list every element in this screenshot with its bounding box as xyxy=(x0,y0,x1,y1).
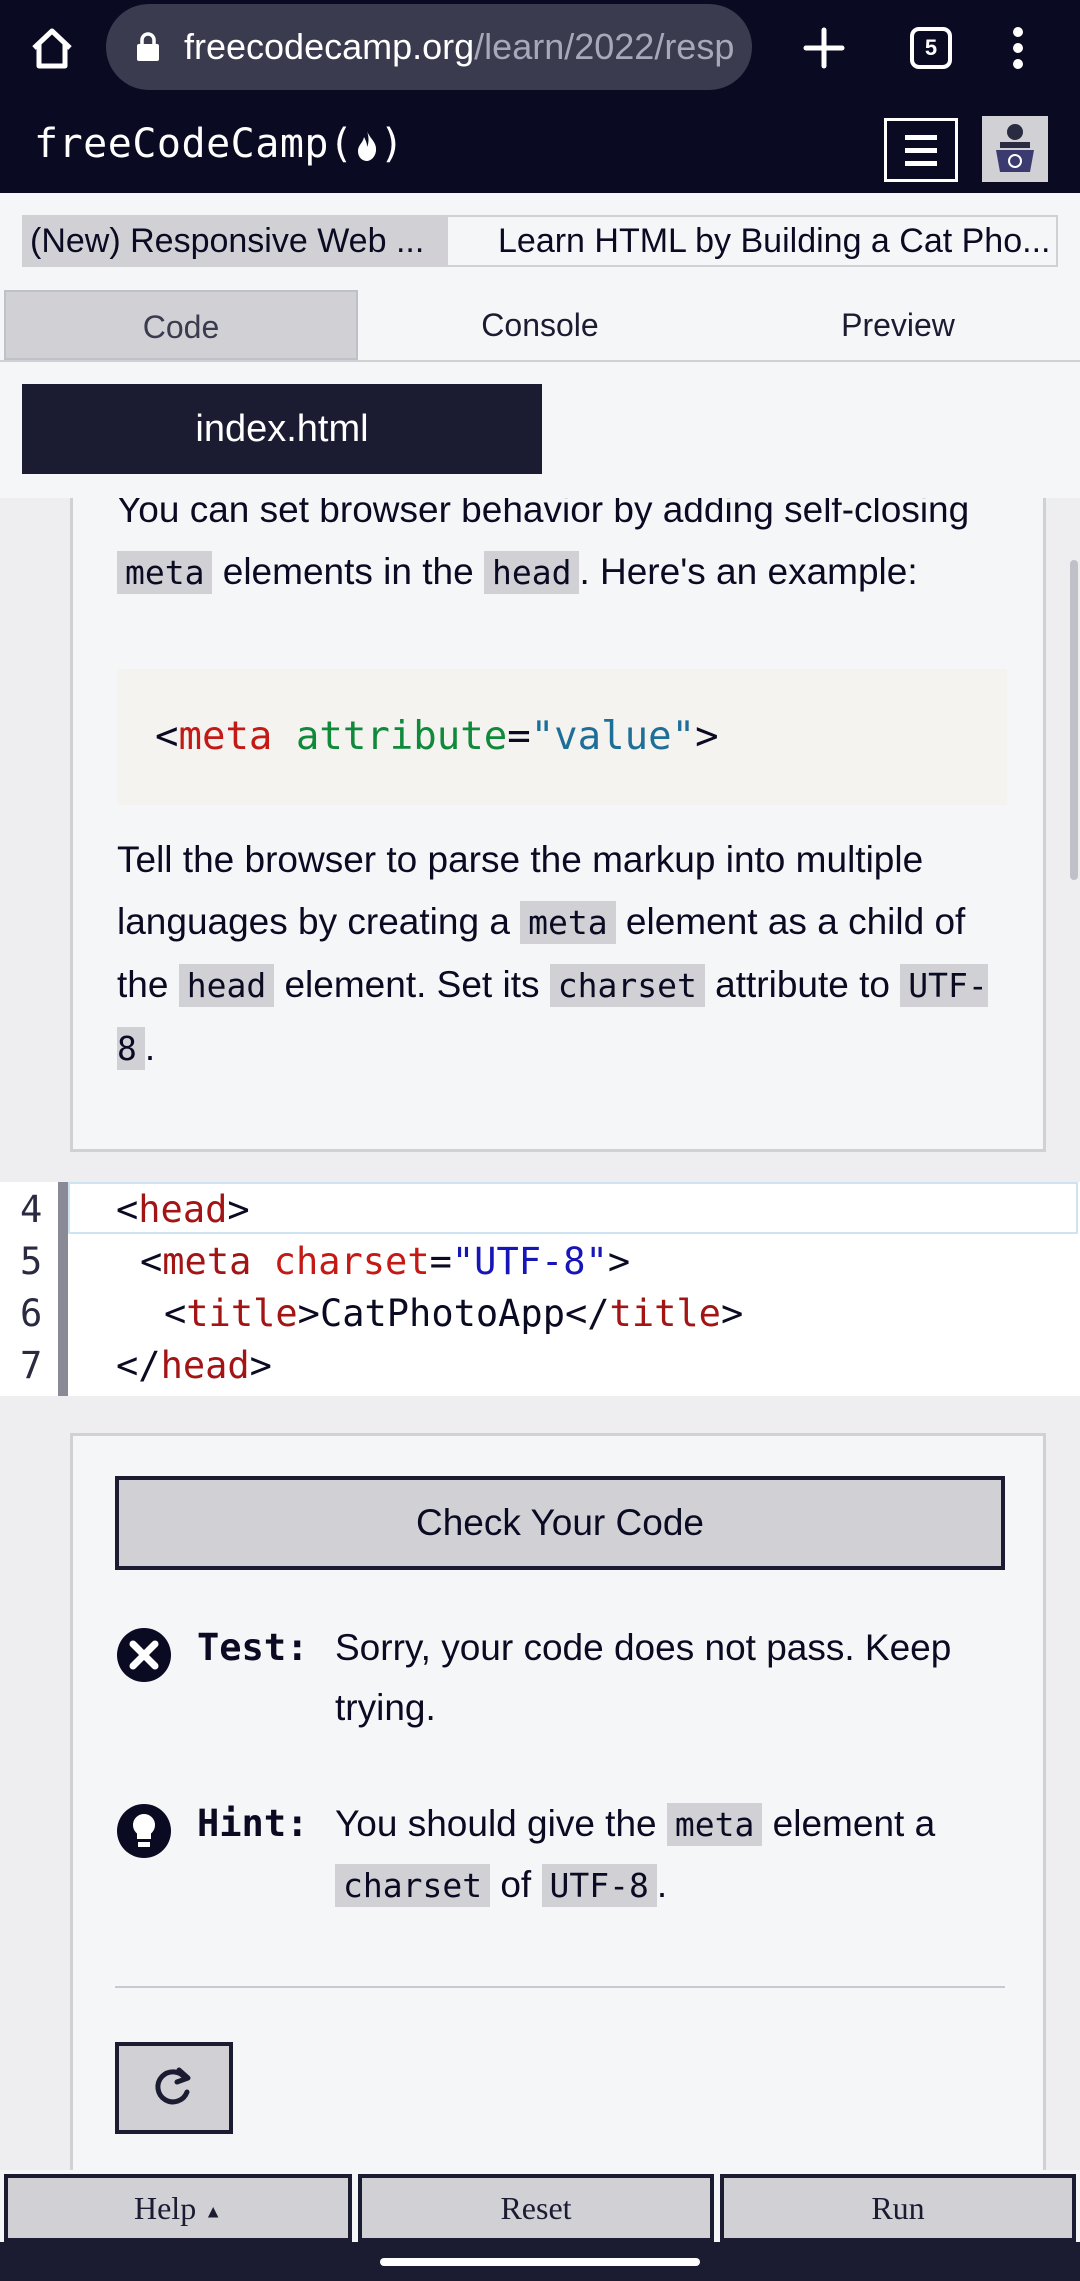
code-line-7[interactable]: </head> xyxy=(116,1344,272,1387)
tab-preview[interactable]: Preview xyxy=(720,290,1076,360)
code-line-4[interactable]: <head> xyxy=(116,1188,250,1231)
new-tab-icon[interactable] xyxy=(800,24,848,72)
refresh-icon xyxy=(155,2067,191,2105)
line-number: 6 xyxy=(20,1292,43,1335)
url-bar[interactable]: freecodecamp.org/learn/2022/resp xyxy=(106,4,752,90)
test-result-text: Sorry, your code does not pass. Keep try… xyxy=(335,1627,952,1728)
line-number: 7 xyxy=(20,1344,43,1387)
tab-switcher-button[interactable]: 5 xyxy=(910,27,952,69)
help-button[interactable]: Help ▲ xyxy=(4,2174,352,2242)
instructions-panel: You can set browser behavior by adding s… xyxy=(70,498,1046,1152)
site-nav: freeCodeCamp() xyxy=(0,96,1080,193)
divider xyxy=(115,1986,1005,1988)
more-vert-icon[interactable] xyxy=(1000,24,1036,72)
code-line-5[interactable]: <meta charset="UTF-8"> xyxy=(140,1240,630,1283)
tab-console[interactable]: Console xyxy=(362,290,718,360)
url-text: freecodecamp.org/learn/2022/resp xyxy=(184,26,734,67)
home-icon[interactable] xyxy=(28,24,76,72)
lesson-content[interactable]: You can set browser behavior by adding s… xyxy=(0,498,1080,2170)
hint-text: You should give the meta element a chars… xyxy=(335,1803,936,1907)
action-bar: Help ▲ Reset Run xyxy=(0,2170,1080,2242)
editor-file-tabs: index.html xyxy=(0,364,1080,498)
editable-region-marker xyxy=(58,1182,68,1396)
hint-label: Hint: xyxy=(197,1802,309,1845)
tab-code[interactable]: Code xyxy=(4,290,358,360)
line-number: 5 xyxy=(20,1240,43,1283)
fcc-logo[interactable]: freeCodeCamp() xyxy=(34,96,404,193)
breadcrumb: (New) Responsive Web ... Learn HTML by B… xyxy=(0,193,1080,288)
instruction-paragraph-1: You can set browser behavior by adding s… xyxy=(117,498,970,594)
fail-x-icon xyxy=(117,1628,171,1682)
test-panel: Check Your Code Test: Sorry, your code d… xyxy=(70,1433,1046,2170)
check-code-button[interactable]: Check Your Code xyxy=(115,1476,1005,1570)
panel-tabs: Code Console Preview xyxy=(0,290,1080,362)
example-code-block: <meta attribute="value"> xyxy=(117,669,1007,805)
instruction-paragraph-2: Tell the browser to parse the markup int… xyxy=(117,839,988,1070)
reset-button[interactable]: Reset xyxy=(358,2174,714,2242)
code-line-6[interactable]: <title>CatPhotoApp</title> xyxy=(164,1292,743,1335)
menu-button[interactable] xyxy=(884,118,958,182)
breadcrumb-project[interactable]: Learn HTML by Building a Cat Pho... xyxy=(448,215,1058,267)
reset-lesson-button[interactable] xyxy=(115,2042,233,2134)
breadcrumb-course[interactable]: (New) Responsive Web ... xyxy=(22,215,462,267)
code-editor[interactable]: 4 5 6 7 <head> <meta charset="UTF-8"> <t… xyxy=(0,1182,1080,1396)
user-avatar[interactable] xyxy=(982,116,1048,182)
file-tab-index-html[interactable]: index.html xyxy=(22,384,542,474)
browser-toolbar: freecodecamp.org/learn/2022/resp 5 xyxy=(0,0,1080,96)
line-gutter: 4 5 6 7 xyxy=(0,1182,60,1396)
lock-icon xyxy=(137,32,159,61)
test-label: Test: xyxy=(197,1626,309,1669)
flame-icon xyxy=(357,131,376,161)
gesture-handle[interactable] xyxy=(380,2258,700,2266)
run-button[interactable]: Run xyxy=(720,2174,1076,2242)
lightbulb-icon xyxy=(117,1804,171,1858)
caret-up-icon: ▲ xyxy=(204,2201,223,2222)
system-gesture-bar xyxy=(0,2242,1080,2281)
line-number: 4 xyxy=(20,1188,43,1231)
content-scrollbar[interactable] xyxy=(1070,560,1078,880)
